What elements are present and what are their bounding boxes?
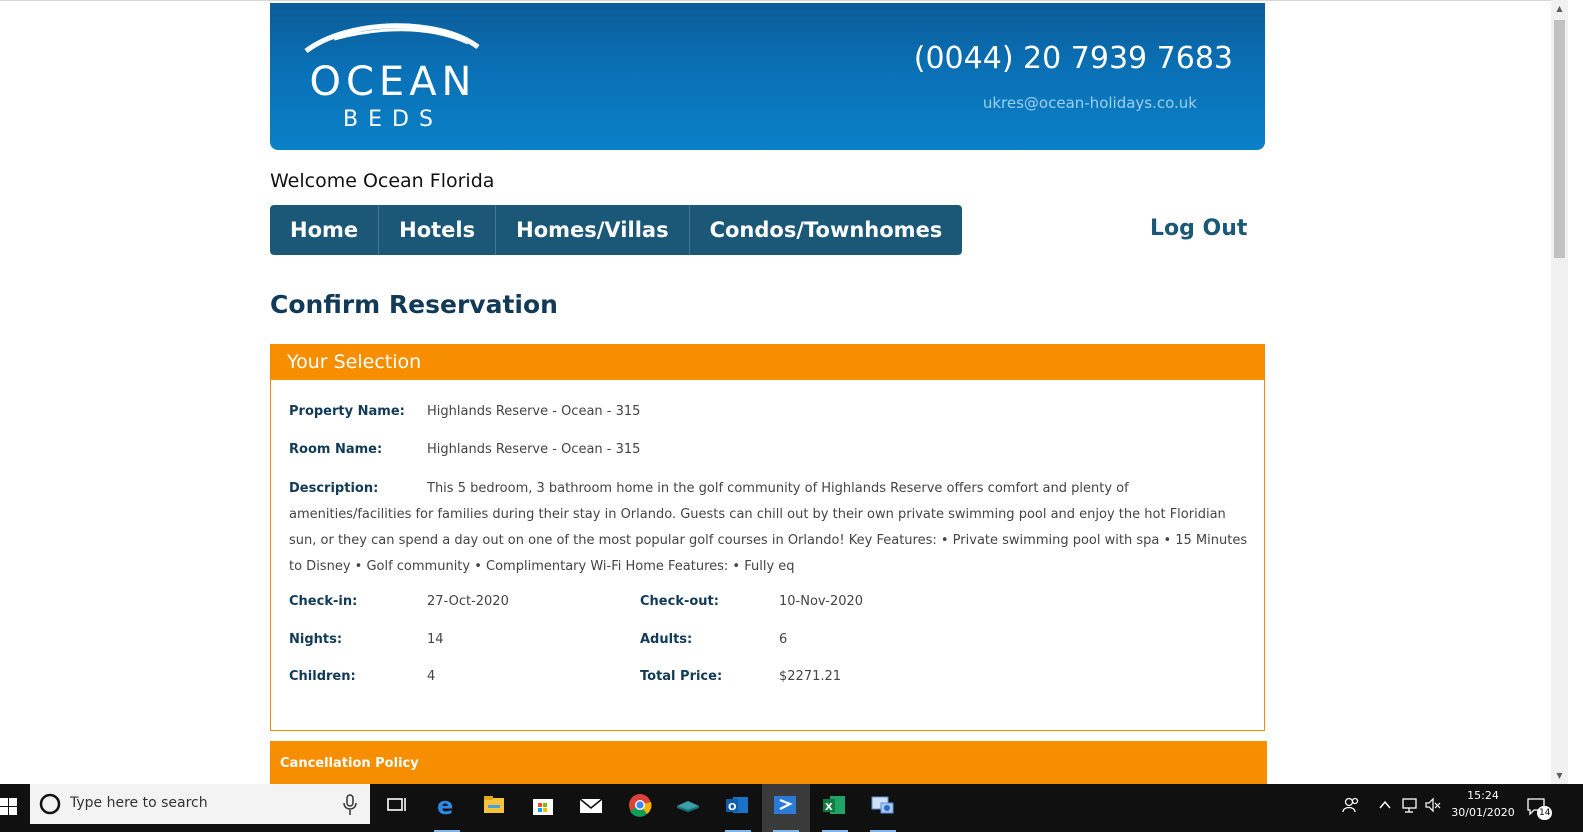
total-price-value: $2271.21: [779, 669, 842, 684]
search-placeholder: Type here to search: [70, 795, 208, 811]
edge-icon[interactable]: e: [433, 792, 459, 818]
contact-email[interactable]: ukres@ocean-holidays.co.uk: [983, 94, 1197, 112]
nights-label: Nights:: [289, 632, 343, 647]
nav-item-homes-villas[interactable]: Homes/Villas: [496, 205, 690, 255]
vertical-scrollbar[interactable]: ▲ ▼: [1551, 0, 1568, 784]
people-icon[interactable]: [1342, 796, 1360, 814]
excel-icon[interactable]: X: [821, 792, 847, 818]
svg-text:O: O: [728, 802, 737, 813]
chrome-icon[interactable]: [627, 792, 653, 818]
scroll-thumb[interactable]: [1554, 20, 1565, 258]
mail-icon[interactable]: [578, 792, 604, 818]
main-nav: Home Hotels Homes/Villas Condos/Townhome…: [270, 205, 963, 255]
nav-item-hotels[interactable]: Hotels: [379, 205, 497, 255]
checkin-label: Check-in:: [289, 594, 358, 609]
outlook-icon[interactable]: O: [724, 792, 750, 818]
notification-count-badge: 14: [1537, 806, 1553, 820]
windows-logo-icon: [0, 798, 17, 815]
nights-value: 14: [427, 632, 444, 647]
taskbar-search[interactable]: Type here to search: [30, 784, 370, 824]
contact-phone: (0044) 20 7939 7683: [913, 41, 1233, 76]
room-name-label: Room Name:: [289, 442, 383, 457]
svg-text:e: e: [437, 792, 453, 818]
cancellation-policy-heading[interactable]: Cancellation Policy: [270, 741, 1267, 784]
app-icon[interactable]: [675, 792, 701, 818]
network-app-icon[interactable]: [869, 792, 895, 818]
microphone-icon[interactable]: [342, 794, 358, 816]
logo-text-ocean: OCEAN: [309, 59, 477, 105]
children-value: 4: [427, 669, 436, 684]
logout-link[interactable]: Log Out: [1150, 216, 1247, 241]
taskbar-time[interactable]: 15:24: [1448, 789, 1518, 802]
chevron-up-icon[interactable]: [1378, 798, 1392, 812]
nav-item-condos-townhomes[interactable]: Condos/Townhomes: [690, 205, 963, 255]
adults-label: Adults:: [640, 632, 693, 647]
action-center-button[interactable]: 14: [1526, 792, 1554, 822]
checkin-value: 27-Oct-2020: [427, 594, 509, 609]
checkout-value: 10-Nov-2020: [779, 594, 864, 609]
property-name-value: Highlands Reserve - Ocean - 315: [427, 404, 641, 419]
adults-value: 6: [779, 632, 788, 647]
property-name-label: Property Name:: [289, 404, 405, 419]
header-banner: OCEAN BEDS (0044) 20 7939 7683 ukres@oce…: [270, 3, 1265, 150]
task-view-icon[interactable]: [384, 792, 410, 818]
window-edge: [1568, 0, 1583, 784]
children-label: Children:: [289, 669, 356, 684]
selection-panel: Your Selection Property Name: Highlands …: [270, 344, 1265, 731]
total-price-label: Total Price:: [640, 669, 723, 684]
windows-taskbar: Type here to search e O X 15:24 30/01/20…: [0, 784, 1583, 832]
description-value: This 5 bedroom, 3 bathroom home in the g…: [289, 481, 1248, 574]
svg-text:X: X: [825, 802, 833, 813]
selection-heading: Your Selection: [271, 345, 1264, 380]
checkout-label: Check-out:: [640, 594, 719, 609]
welcome-message: Welcome Ocean Florida: [270, 170, 495, 192]
page-title: Confirm Reservation: [270, 290, 558, 319]
file-explorer-icon[interactable]: [481, 792, 507, 818]
network-icon[interactable]: [1400, 796, 1418, 814]
cortana-icon: [39, 793, 61, 815]
ocean-beds-logo[interactable]: OCEAN BEDS: [298, 19, 488, 134]
scroll-down-icon[interactable]: ▼: [1551, 767, 1568, 784]
speaker-muted-icon[interactable]: [1424, 796, 1442, 814]
logo-text-beds: BEDS: [343, 107, 443, 132]
store-icon[interactable]: [530, 792, 556, 818]
start-button[interactable]: [0, 784, 30, 832]
browser-viewport: OCEAN BEDS (0044) 20 7939 7683 ukres@oce…: [0, 0, 1568, 784]
room-name-value: Highlands Reserve - Ocean - 315: [427, 442, 641, 457]
taskbar-date[interactable]: 30/01/2020: [1448, 806, 1518, 819]
nav-item-home[interactable]: Home: [270, 205, 380, 255]
remote-desktop-icon[interactable]: [772, 792, 798, 818]
scroll-up-icon[interactable]: ▲: [1551, 0, 1568, 17]
